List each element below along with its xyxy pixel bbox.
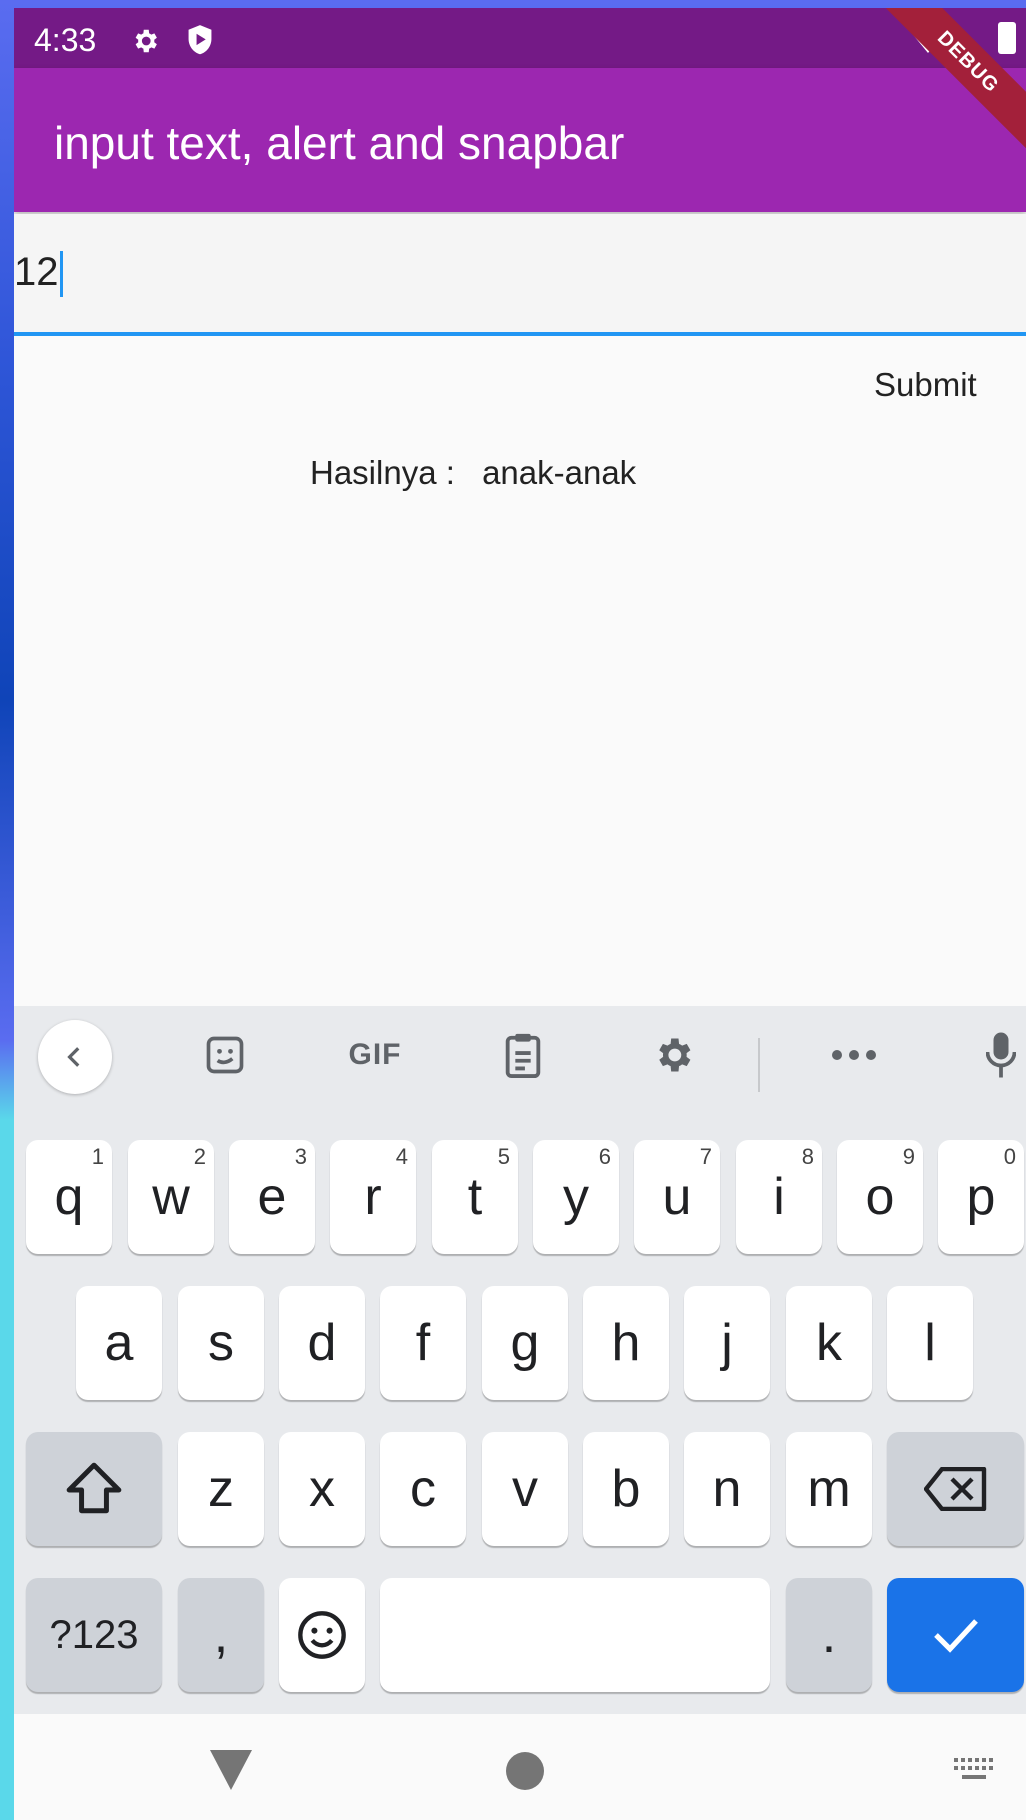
gif-label: GIF [348, 1038, 402, 1071]
key-e[interactable]: e3 [229, 1140, 315, 1254]
key-label: i [773, 1168, 785, 1226]
battery-icon [998, 22, 1016, 54]
key-n[interactable]: n [684, 1432, 770, 1546]
key-k[interactable]: k [786, 1286, 872, 1400]
key-hint: 1 [91, 1144, 104, 1169]
key-hint: 3 [294, 1144, 307, 1169]
key-v[interactable]: v [482, 1432, 568, 1546]
emoji-key[interactable] [279, 1578, 365, 1692]
key-t[interactable]: t5 [432, 1140, 518, 1254]
navigation-bar [14, 1714, 1026, 1820]
key-h[interactable]: h [583, 1286, 669, 1400]
text-cursor [59, 251, 63, 298]
nav-home-icon[interactable] [506, 1752, 544, 1790]
key-label: e [257, 1168, 287, 1226]
backspace-key[interactable] [887, 1432, 1024, 1546]
key-label: q [54, 1168, 84, 1226]
toolbar-divider [758, 1038, 760, 1092]
shift-arrow-icon [66, 1462, 122, 1514]
key-j[interactable]: j [684, 1286, 770, 1400]
key-label: y [563, 1168, 589, 1226]
period-key-label: . [821, 1606, 837, 1664]
key-hint: 4 [395, 1144, 408, 1169]
key-f[interactable]: f [380, 1286, 466, 1400]
gif-button[interactable]: GIF [332, 1020, 418, 1090]
key-g[interactable]: g [482, 1286, 568, 1400]
key-r[interactable]: r4 [330, 1140, 416, 1254]
emoji-icon [298, 1611, 346, 1659]
checkmark-icon [933, 1619, 978, 1653]
symbols-key-label: ?123 [49, 1612, 139, 1657]
result-row: Hasilnya : anak-anak [310, 454, 636, 492]
settings-gear-icon [130, 26, 160, 61]
key-w[interactable]: w2 [128, 1140, 214, 1254]
symbols-key[interactable]: ?123 [26, 1578, 162, 1692]
phone-screen: 4:33 DEBUG input text, alert and snapbar… [14, 8, 1026, 1820]
result-label: Hasilnya : [310, 454, 455, 491]
key-hint: 0 [1003, 1144, 1016, 1169]
key-l[interactable]: l [887, 1286, 973, 1400]
key-hint: 2 [193, 1144, 206, 1169]
sticker-icon[interactable] [188, 1020, 262, 1090]
comma-key[interactable]: , [178, 1578, 264, 1692]
key-q[interactable]: q1 [26, 1140, 112, 1254]
key-b[interactable]: b [583, 1432, 669, 1546]
app-bar-title: input text, alert and snapbar [54, 117, 625, 169]
key-hint: 7 [699, 1144, 712, 1169]
more-options-icon[interactable] [814, 1020, 894, 1090]
shift-key[interactable] [26, 1432, 162, 1546]
microphone-icon[interactable] [964, 1020, 1026, 1090]
period-key[interactable]: . [786, 1578, 872, 1692]
key-o[interactable]: o9 [837, 1140, 923, 1254]
keyboard-back-button[interactable] [38, 1020, 112, 1094]
key-c[interactable]: c [380, 1432, 466, 1546]
key-u[interactable]: u7 [634, 1140, 720, 1254]
key-y[interactable]: y6 [533, 1140, 619, 1254]
submit-button[interactable]: Submit [874, 366, 977, 404]
key-label: o [865, 1168, 895, 1226]
key-m[interactable]: m [786, 1432, 872, 1546]
key-z[interactable]: z [178, 1432, 264, 1546]
key-s[interactable]: s [178, 1286, 264, 1400]
key-label: w [152, 1168, 190, 1226]
keyboard-settings-icon[interactable] [636, 1020, 710, 1090]
key-hint: 6 [598, 1144, 611, 1169]
key-label: p [966, 1168, 996, 1226]
text-input-field[interactable]: 12 [14, 214, 1026, 336]
status-time: 4:33 [34, 22, 97, 58]
key-a[interactable]: a [76, 1286, 162, 1400]
keyboard-switch-icon[interactable] [954, 1758, 994, 1787]
key-label: t [467, 1168, 483, 1226]
comma-key-label: , [213, 1606, 229, 1664]
key-i[interactable]: i8 [736, 1140, 822, 1254]
shield-play-icon [186, 24, 214, 61]
input-value: 12 [14, 250, 59, 294]
backspace-icon [923, 1467, 986, 1511]
status-bar: 4:33 [14, 8, 1026, 68]
keyboard: GIF q1 w2 e3 r4 t5 y6 u7 i8 o9 p0 a s d … [14, 1006, 1026, 1714]
space-key[interactable] [380, 1578, 770, 1692]
key-x[interactable]: x [279, 1432, 365, 1546]
key-label: r [364, 1168, 382, 1226]
key-d[interactable]: d [279, 1286, 365, 1400]
enter-key[interactable] [887, 1578, 1024, 1692]
app-bar: input text, alert and snapbar [14, 68, 1026, 212]
key-hint: 9 [902, 1144, 915, 1169]
key-hint: 8 [801, 1144, 814, 1169]
key-label: u [662, 1168, 692, 1226]
result-value: anak-anak [482, 454, 637, 491]
key-p[interactable]: p0 [938, 1140, 1024, 1254]
nav-back-icon[interactable] [210, 1750, 252, 1795]
clipboard-icon[interactable] [486, 1020, 560, 1090]
key-hint: 5 [497, 1144, 510, 1169]
